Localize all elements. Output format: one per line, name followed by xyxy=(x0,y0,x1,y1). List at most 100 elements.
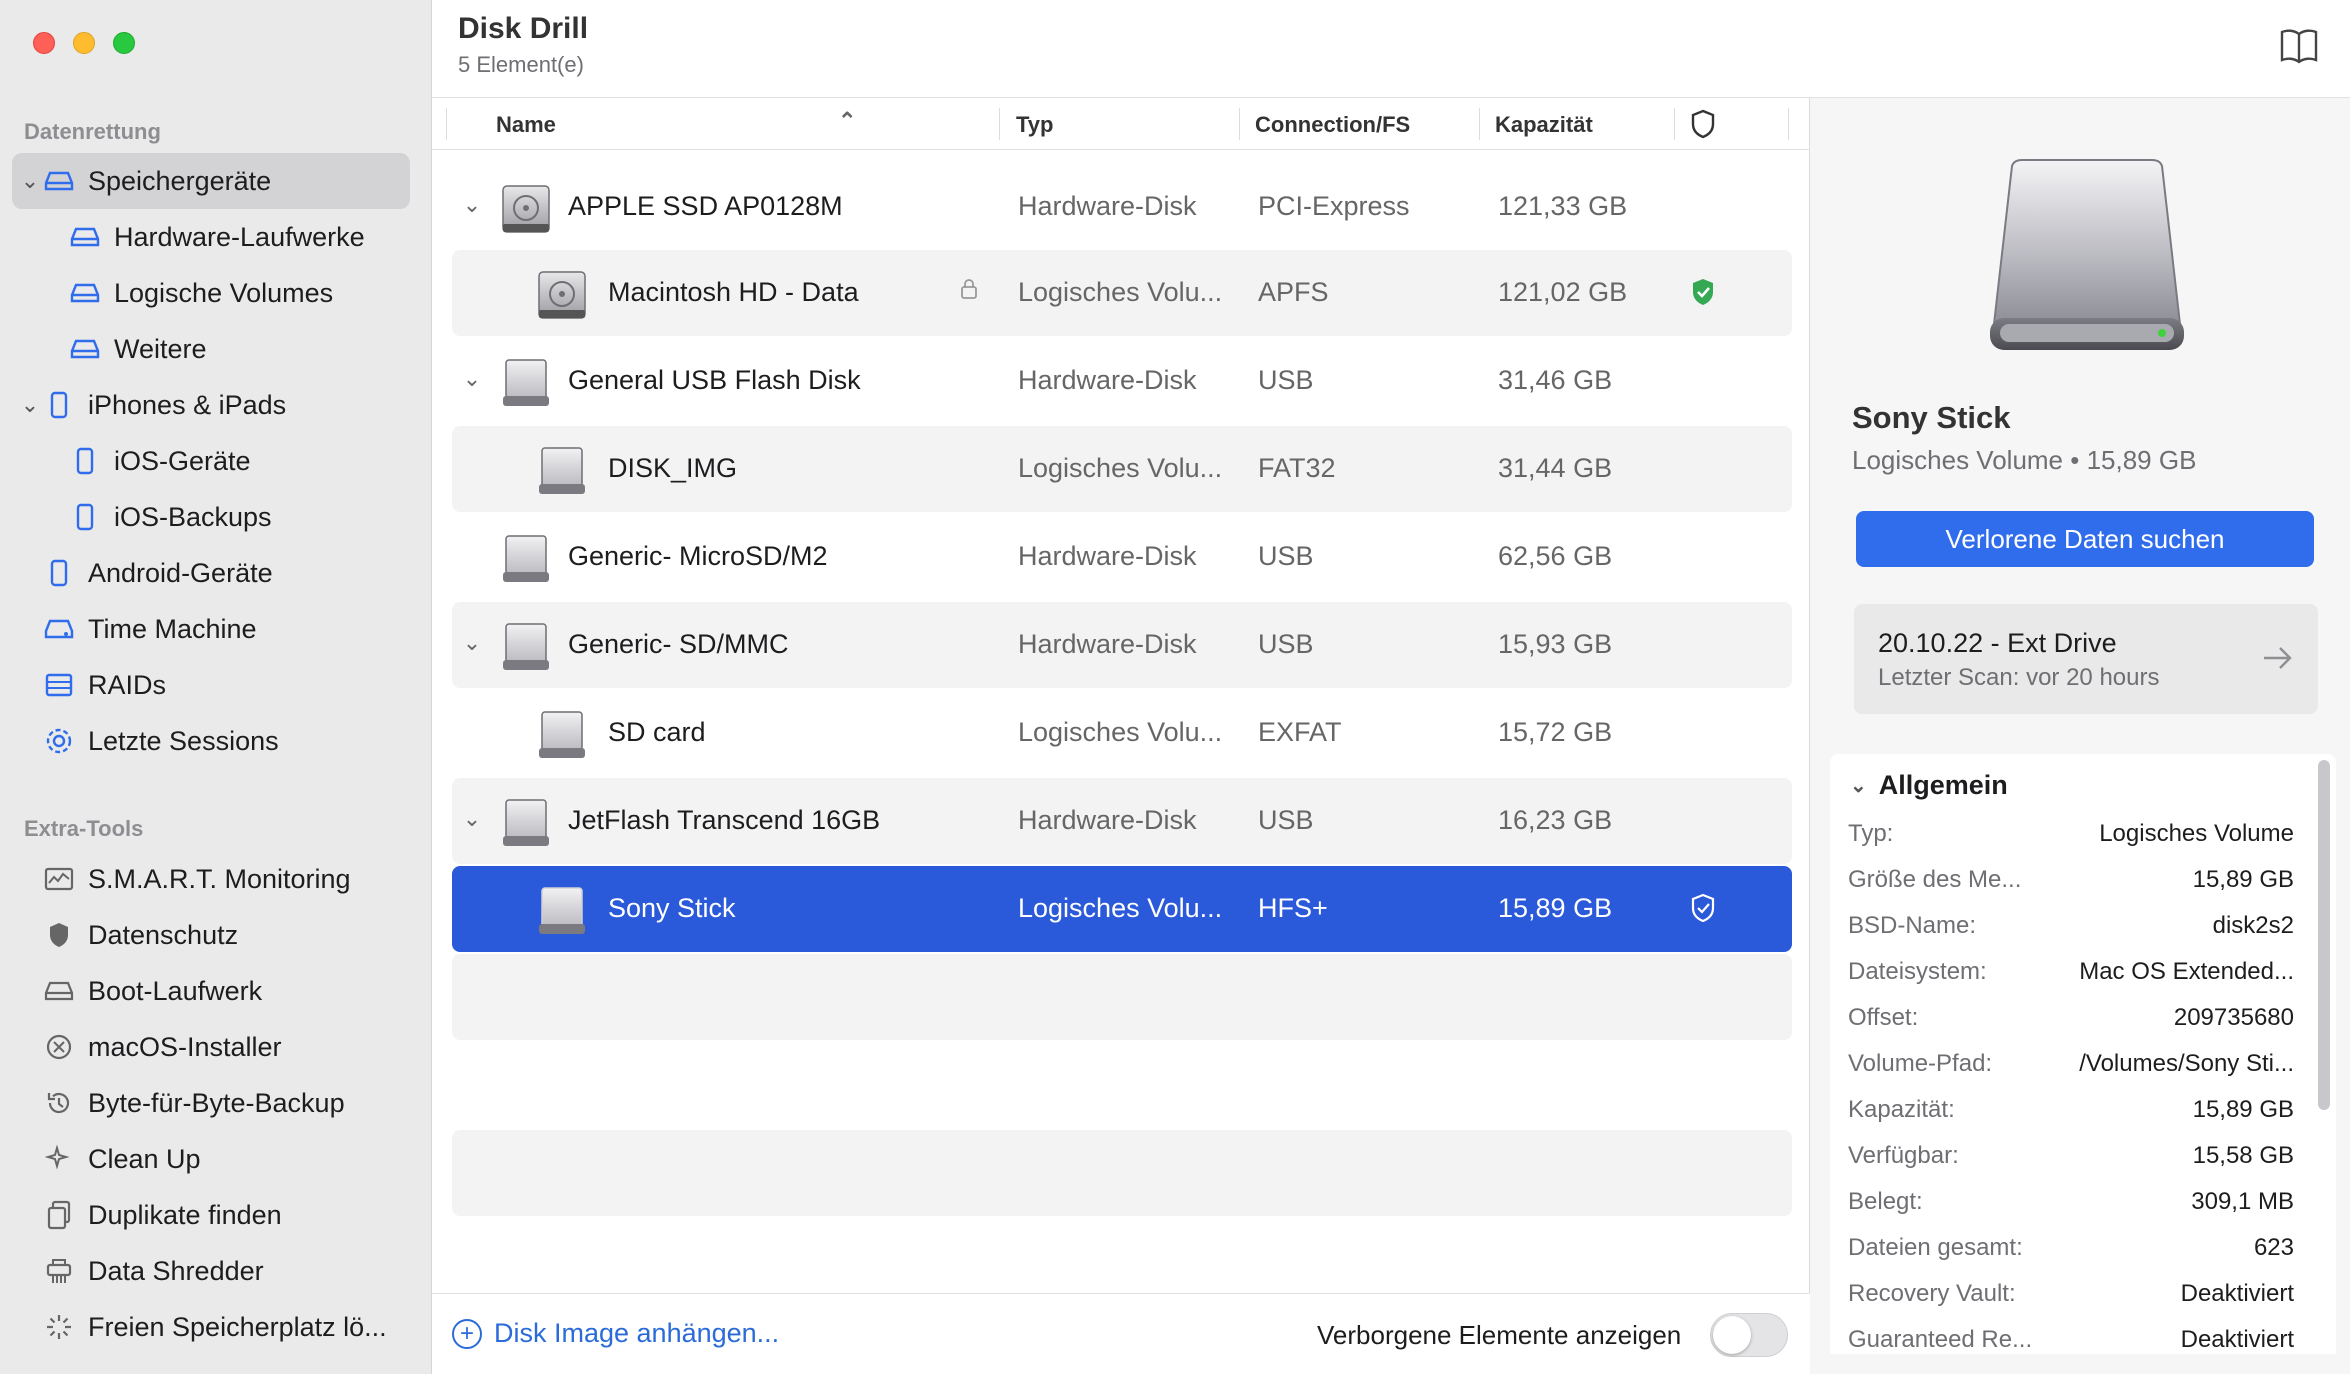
detail-row: Kapazität: 15,89 GB xyxy=(1848,1096,2294,1140)
show-hidden-toggle[interactable] xyxy=(1710,1313,1788,1357)
sidebar-item-storage-devices[interactable]: ⌄ Speichergeräte xyxy=(12,153,410,209)
column-separator[interactable] xyxy=(999,108,1000,140)
row-connection-fs: APFS xyxy=(1258,277,1329,307)
drive-icon xyxy=(44,166,74,196)
minimize-window-button[interactable] xyxy=(73,32,95,54)
sidebar-item-label: iOS-Backups xyxy=(114,501,272,532)
details-section: ⌄ Allgemein Typ: Logisches Volume Größe d… xyxy=(1830,754,2336,1354)
attach-disk-image-label: Disk Image anhängen... xyxy=(494,1318,780,1348)
table-row[interactable]: ⌄ Generic- SD/MMC Hardware-Disk USB 15,9… xyxy=(452,602,1792,688)
detail-value: 15,89 GB xyxy=(2192,866,2294,893)
details-title: Allgemein xyxy=(1878,770,2008,800)
drive-icon xyxy=(70,278,100,308)
detail-key: Recovery Vault: xyxy=(1848,1280,2016,1307)
sort-ascending-icon[interactable]: ⌃ xyxy=(638,108,856,134)
chevron-down-icon[interactable]: ⌄ xyxy=(460,192,484,218)
arrow-right-icon[interactable] xyxy=(2260,642,2296,674)
detail-value: Deaktiviert xyxy=(2180,1280,2294,1307)
sidebar-item-label: Time Machine xyxy=(88,613,257,644)
sidebar-item-macos-installer[interactable]: macOS-Installer xyxy=(12,1019,410,1075)
detail-row: BSD-Name: disk2s2 xyxy=(1848,912,2294,956)
sidebar-item-ios-devices[interactable]: iOS-Geräte xyxy=(12,433,410,489)
row-name: SD card xyxy=(608,717,706,747)
row-name: Sony Stick xyxy=(608,893,736,923)
chevron-down-icon[interactable]: ⌄ xyxy=(1850,773,1867,798)
sidebar-item-time-machine[interactable]: Time Machine xyxy=(12,601,410,657)
sidebar-item-logical-volumes[interactable]: Logische Volumes xyxy=(12,265,410,321)
empty-row xyxy=(452,954,1792,1040)
table-row[interactable]: SD card Logisches Volu... EXFAT 15,72 GB xyxy=(452,690,1792,776)
protect-shield-icon[interactable] xyxy=(1688,892,1718,924)
row-type: Logisches Volu... xyxy=(1018,893,1223,923)
column-separator[interactable] xyxy=(1239,108,1240,140)
row-capacity: 15,72 GB xyxy=(1498,717,1613,747)
column-header-protection-shield-icon[interactable] xyxy=(1688,108,1718,146)
detail-row: Belegt: 309,1 MB xyxy=(1848,1188,2294,1232)
sidebar-item-clean-up[interactable]: Clean Up xyxy=(12,1131,410,1187)
sidebar-item-ios-backups[interactable]: iOS-Backups xyxy=(12,489,410,545)
chevron-down-icon[interactable]: ⌄ xyxy=(460,630,484,656)
sidebar-item-find-duplicates[interactable]: Duplikate finden xyxy=(12,1187,410,1243)
row-connection-fs: PCI-Express xyxy=(1258,191,1410,221)
detail-key: Verfügbar: xyxy=(1848,1142,1959,1169)
sidebar-item-data-shredder[interactable]: Data Shredder xyxy=(12,1243,410,1299)
table-row[interactable]: DISK_IMG Logisches Volu... FAT32 31,44 G… xyxy=(452,426,1792,512)
sidebar-item-smart-monitoring[interactable]: S.M.A.R.T. Monitoring xyxy=(12,851,410,907)
external-drive-icon xyxy=(539,887,585,934)
sidebar-item-label: Hardware-Laufwerke xyxy=(114,221,365,252)
sidebar-item-data-protection[interactable]: Datenschutz xyxy=(12,907,410,963)
sidebar-item-android-devices[interactable]: Android-Geräte xyxy=(12,545,410,601)
sidebar-item-other[interactable]: Weitere xyxy=(12,321,410,377)
phone-icon xyxy=(44,558,74,588)
protected-shield-icon[interactable] xyxy=(1688,276,1718,308)
column-separator xyxy=(1788,108,1789,140)
sidebar-item-iphones-ipads[interactable]: ⌄ iPhones & iPads xyxy=(12,377,410,433)
table-row[interactable]: Generic- MicroSD/M2 Hardware-Disk USB 62… xyxy=(452,514,1792,600)
session-title: 20.10.22 - Ext Drive xyxy=(1878,628,2117,658)
external-drive-large-icon xyxy=(1990,159,2184,350)
column-header-type[interactable]: Typ xyxy=(1016,112,1053,138)
row-connection-fs: USB xyxy=(1258,541,1314,571)
search-lost-data-button[interactable]: Verlorene Daten suchen xyxy=(1856,511,2314,567)
chevron-down-icon[interactable]: ⌄ xyxy=(20,392,40,418)
row-type: Logisches Volu... xyxy=(1018,277,1223,307)
column-separator[interactable] xyxy=(1674,108,1675,140)
sidebar-item-hardware-drives[interactable]: Hardware-Laufwerke xyxy=(12,209,410,265)
row-type: Hardware-Disk xyxy=(1018,541,1197,571)
row-name: DISK_IMG xyxy=(608,453,738,483)
detail-row: Recovery Vault: Deaktiviert xyxy=(1848,1280,2294,1324)
sparkle-icon xyxy=(44,1144,74,1174)
zoom-window-button[interactable] xyxy=(113,32,135,54)
details-scrollbar[interactable] xyxy=(2318,760,2330,1110)
last-session-card[interactable]: 20.10.22 - Ext Drive Letzter Scan: vor 2… xyxy=(1854,604,2318,714)
column-header-name[interactable]: Name xyxy=(496,112,556,138)
table-row[interactable]: ⌄ General USB Flash Disk Hardware-Disk U… xyxy=(452,338,1792,424)
sidebar-item-boot-drive[interactable]: Boot-Laufwerk xyxy=(12,963,410,1019)
table-row[interactable]: Macintosh HD - Data Logisches Volu... AP… xyxy=(452,250,1792,336)
sidebar-item-recent-sessions[interactable]: Letzte Sessions xyxy=(12,713,410,769)
table-row-selected[interactable]: Sony Stick Logisches Volu... HFS+ 15,89 … xyxy=(452,866,1792,952)
sidebar-item-label: Byte-für-Byte-Backup xyxy=(88,1087,345,1118)
sidebar-item-free-space[interactable]: Freien Speicherplatz lö... xyxy=(12,1299,410,1355)
detail-key: Dateisystem: xyxy=(1848,958,1987,985)
book-icon[interactable] xyxy=(2278,26,2320,66)
column-header-capacity[interactable]: Kapazität xyxy=(1495,112,1593,138)
raid-icon xyxy=(44,670,74,700)
chevron-down-icon[interactable]: ⌄ xyxy=(460,806,484,832)
sidebar-item-byte-backup[interactable]: Byte-für-Byte-Backup xyxy=(12,1075,410,1131)
table-footer: + Disk Image anhängen... Verborgene Elem… xyxy=(432,1293,1810,1374)
row-type: Hardware-Disk xyxy=(1018,191,1197,221)
chevron-down-icon[interactable]: ⌄ xyxy=(460,366,484,392)
table-row[interactable]: ⌄ JetFlash Transcend 16GB Hardware-Disk … xyxy=(452,778,1792,864)
sidebar-item-raids[interactable]: RAIDs xyxy=(12,657,410,713)
sidebar-item-label: Weitere xyxy=(114,333,207,364)
detail-value: disk2s2 xyxy=(2212,912,2294,939)
table-row[interactable]: ⌄ APPLE SSD AP0128M Hardware-Disk PCI-Ex… xyxy=(452,164,1792,250)
details-header[interactable]: ⌄ Allgemein xyxy=(1850,770,2008,801)
row-capacity: 16,23 GB xyxy=(1498,805,1613,835)
column-separator[interactable] xyxy=(1479,108,1480,140)
chevron-down-icon[interactable]: ⌄ xyxy=(20,168,40,194)
column-header-connection-fs[interactable]: Connection/FS xyxy=(1255,112,1410,138)
attach-disk-image-button[interactable]: + Disk Image anhängen... xyxy=(452,1318,779,1349)
close-window-button[interactable] xyxy=(33,32,55,54)
